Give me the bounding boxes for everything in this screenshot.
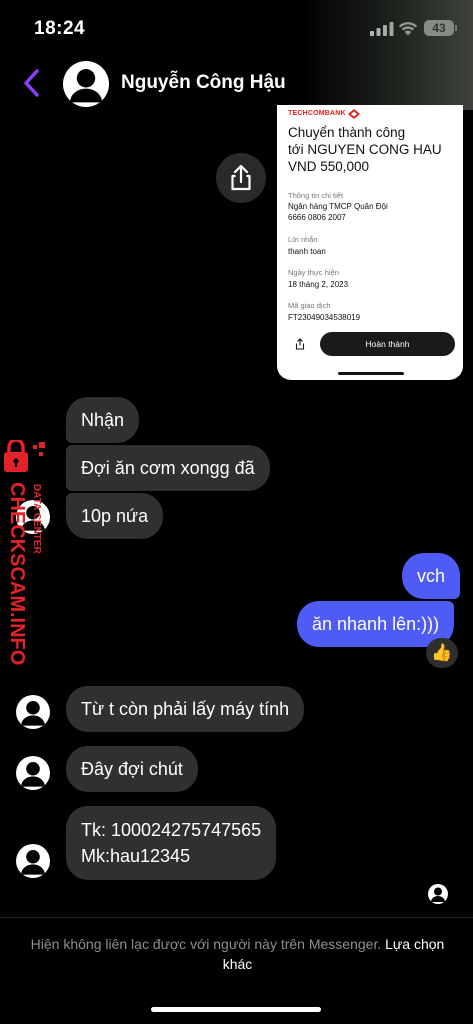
contact-avatar[interactable] [63, 61, 109, 107]
avatar-icon [431, 887, 445, 902]
receipt-share-icon [295, 338, 305, 350]
message-bubble-incoming[interactable]: Đây đợi chút [66, 746, 198, 792]
back-chevron-icon[interactable] [22, 68, 42, 98]
avatar-icon [21, 700, 45, 726]
thumbs-up-icon[interactable]: 👍 [426, 638, 458, 668]
receipt-value: 6666 0806 2007 [288, 213, 346, 222]
transfer-receipt-image[interactable]: TECHCOMBANK Chuyển thành công tới NGUYEN… [277, 105, 463, 380]
receipt-label: Lời nhắn [288, 235, 318, 244]
sender-avatar[interactable] [16, 695, 50, 729]
receipt-title: Chuyển thành công tới NGUYEN CONG HAU VN… [288, 125, 442, 174]
message-bubble-outgoing[interactable]: vch [402, 553, 461, 599]
receipt-label: Thông tin chi tiết [288, 191, 344, 200]
home-indicator[interactable] [151, 1007, 321, 1012]
sender-avatar[interactable] [16, 756, 50, 790]
watermark-site: CHECKSCAM.INFO [6, 482, 28, 665]
message-bubble-incoming[interactable]: Tk: 100024275747565 Mk:hau12345 [66, 806, 277, 880]
receipt-value: FT23049034538019 [288, 313, 361, 322]
message-bubble-incoming[interactable]: Từ t còn phải lấy máy tính [66, 686, 305, 732]
watermark-data-center: DATA CENTER [31, 484, 42, 555]
status-time: 18:24 [34, 18, 86, 39]
receipt-value: thanh toan [288, 247, 326, 256]
avatar-icon [21, 761, 45, 787]
read-receipt-avatar [428, 884, 448, 904]
unavailable-notice: Hiện không liên lạc được với người này t… [30, 934, 445, 974]
receipt-label: Mã giao dịch [288, 301, 331, 310]
share-button[interactable] [216, 153, 266, 203]
message-bubble-incoming[interactable]: 10p nứa [66, 493, 164, 539]
account-number-text: Tk: 100024275747565 [81, 820, 262, 840]
footer-divider [0, 917, 473, 918]
contact-name[interactable]: Nguyễn Công Hậu [121, 72, 286, 94]
receipt-value: 18 tháng 2, 2023 [288, 280, 349, 289]
password-text: Mk:hau12345 [81, 846, 191, 866]
notice-text: Hiện không liên lạc được với người này t… [30, 936, 382, 952]
bank-logo-icon [348, 109, 360, 119]
share-icon [231, 164, 251, 191]
header-background-fade [300, 0, 473, 110]
avatar-icon [69, 69, 103, 103]
receipt-done-button: Hoàn thành [320, 332, 455, 356]
bank-logo-text: TECHCOMBANK [288, 110, 346, 117]
avatar-icon [21, 849, 45, 875]
message-bubble-outgoing[interactable]: ăn nhanh lên:))) [297, 601, 455, 647]
receipt-label: Ngày thực hiện [288, 268, 339, 277]
receipt-home-indicator [338, 372, 404, 375]
message-bubble-incoming[interactable]: Nhận [66, 397, 140, 443]
receipt-value: Ngân hàng TMCP Quân Đội [288, 202, 388, 211]
sender-avatar[interactable] [16, 844, 50, 878]
checkscam-watermark: CHECKSCAM.INFO DATA CENTER [4, 440, 45, 665]
message-bubble-incoming[interactable]: Đợi ăn cơm xongg đã [66, 445, 270, 491]
